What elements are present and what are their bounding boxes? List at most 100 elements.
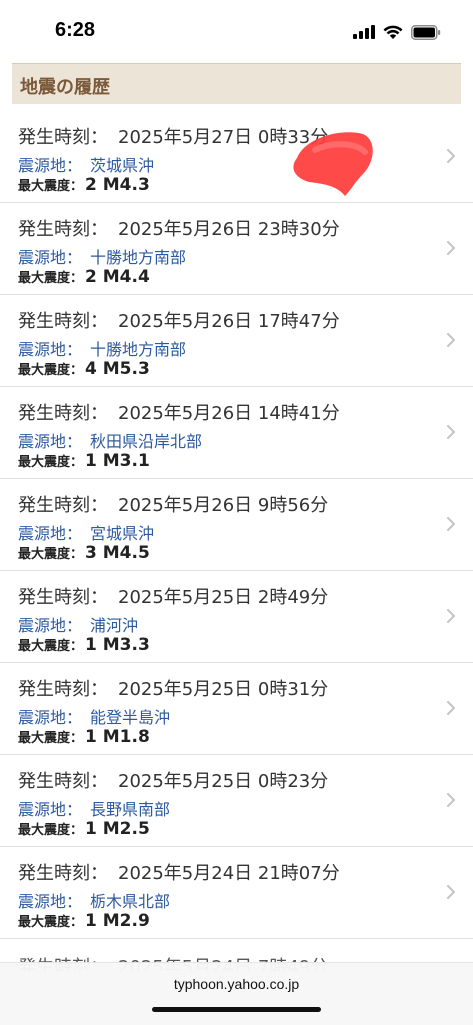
occurrence-time-line: 発生時刻： 2025年5月25日 0時31分: [18, 675, 328, 701]
occurrence-time-line: 発生時刻： 2025年5月27日 0時33分: [18, 123, 328, 149]
epicenter-label: 震源地：: [18, 248, 83, 267]
intensity-magnitude-value: 1 M2.9: [85, 911, 150, 931]
intensity-line: 最大震度： 1 M2.9: [18, 911, 150, 931]
list-item[interactable]: 発生時刻： 2025年5月26日 17時47分震源地： 十勝地方南部 最大震度： 4 M…: [0, 295, 473, 387]
wifi-icon: [383, 25, 403, 39]
occurrence-time-line: 発生時刻： 2025年5月26日 9時56分: [18, 491, 328, 517]
chevron-right-icon: [447, 517, 455, 531]
max-intensity-label: 最大震度：: [18, 823, 84, 838]
intensity-line: 最大震度： 1 M1.8: [18, 727, 150, 747]
epicenter-line: 震源地： 長野県南部: [18, 796, 170, 820]
list-item[interactable]: 発生時刻： 2025年5月26日 9時56分 震源地： 宮城県沖 最大震度： 3 M4.5: [0, 479, 473, 571]
chevron-right-icon: [447, 793, 455, 807]
intensity-line: 最大震度： 1 M3.1: [18, 451, 150, 471]
list-item[interactable]: 発生時刻： 2025年5月24日 21時07分震源地： 栃木県北部 最大震度： 1 M2…: [0, 847, 473, 939]
intensity-magnitude-value: 4 M5.3: [85, 359, 150, 379]
occurrence-time-value: 2025年5月26日 17時47分: [118, 311, 340, 332]
status-time: 6:28: [55, 19, 96, 41]
intensity-line: 最大震度： 1 M2.5: [18, 819, 150, 839]
chevron-right-icon: [447, 885, 455, 899]
chevron-right-icon: [447, 701, 455, 715]
epicenter-line: 震源地： 宮城県沖: [18, 520, 154, 544]
epicenter-value: 長野県南部: [90, 800, 171, 819]
occurrence-time-label: 発生時刻：: [18, 127, 108, 148]
intensity-magnitude-value: 1 M1.8: [85, 727, 150, 747]
intensity-line: 最大震度： 2 M4.3: [18, 175, 150, 195]
occurrence-time-value: 2025年5月26日 14時41分: [118, 403, 340, 424]
url-text[interactable]: typhoon.yahoo.co.jp: [0, 976, 473, 992]
list-item[interactable]: 発生時刻： 2025年5月26日 14時41分震源地： 秋田県沿岸北部 最大震度： 1 …: [0, 387, 473, 479]
epicenter-value: 宮城県沖: [90, 524, 155, 543]
chevron-right-icon: [447, 149, 455, 163]
occurrence-time-value: 2025年5月26日 9時56分: [118, 495, 329, 516]
list-item[interactable]: 発生時刻： 2025年5月25日 2時49分震源地： 浦河沖 最大震度： 1 M3.3: [0, 571, 473, 663]
max-intensity-label: 最大震度：: [18, 731, 84, 746]
max-intensity-label: 最大震度：: [18, 547, 84, 562]
occurrence-time-line: 発生時刻： 2025年5月26日 14時41分: [18, 399, 340, 425]
chevron-right-icon: [447, 425, 455, 439]
max-intensity-label: 最大震度：: [18, 179, 84, 194]
occurrence-time-line: 発生時刻： 2025年5月25日 2時49分: [18, 583, 328, 609]
occurrence-time-label: 発生時刻：: [18, 771, 108, 792]
epicenter-value: 浦河沖: [90, 616, 139, 635]
intensity-magnitude-value: 1 M2.5: [85, 819, 150, 839]
chevron-right-icon: [447, 241, 455, 255]
max-intensity-label: 最大震度：: [18, 639, 84, 654]
occurrence-time-label: 発生時刻：: [18, 863, 108, 884]
epicenter-line: 震源地： 能登半島沖: [18, 704, 170, 728]
occurrence-time-value: 2025年5月25日 0時23分: [118, 771, 329, 792]
max-intensity-label: 最大震度：: [18, 363, 84, 378]
epicenter-label: 震源地：: [18, 892, 83, 911]
occurrence-time-label: 発生時刻：: [18, 403, 108, 424]
list-item[interactable]: 発生時刻： 2025年5月25日 0時31分 震源地： 能登半島沖 最大震度： 1 M1.…: [0, 663, 473, 755]
occurrence-time-label: 発生時刻：: [18, 219, 108, 240]
epicenter-line: 震源地： 秋田県沿岸北部: [18, 428, 202, 452]
epicenter-value: 十勝地方南部: [90, 248, 187, 267]
chevron-right-icon: [447, 333, 455, 347]
max-intensity-label: 最大震度：: [18, 455, 84, 470]
epicenter-line: 震源地： 茨城県沖: [18, 152, 154, 176]
occurrence-time-line: 発生時刻： 2025年5月24日 21時07分: [18, 859, 340, 885]
epicenter-line: 震源地： 十勝地方南部: [18, 336, 186, 360]
intensity-magnitude-value: 2 M4.4: [85, 267, 150, 287]
epicenter-label: 震源地：: [18, 340, 83, 359]
status-bar: 6:28: [0, 0, 473, 62]
intensity-magnitude-value: 2 M4.3: [85, 175, 150, 195]
epicenter-value: 十勝地方南部: [90, 340, 187, 359]
occurrence-time-line: 発生時刻： 2025年5月26日 23時30分: [18, 215, 340, 241]
section-header: 地震の履歴: [12, 63, 461, 104]
intensity-line: 最大震度： 4 M5.3: [18, 359, 150, 379]
epicenter-value: 能登半島沖: [90, 708, 171, 727]
intensity-line: 最大震度： 2 M4.4: [18, 267, 150, 287]
occurrence-time-label: 発生時刻：: [18, 311, 108, 332]
epicenter-label: 震源地：: [18, 432, 83, 451]
list-item[interactable]: 発生時刻： 2025年5月27日 0時33分震源地： 茨城県沖 最大震度： 2 M4.3: [0, 111, 473, 203]
intensity-magnitude-value: 1 M3.1: [85, 451, 150, 471]
intensity-magnitude-value: 1 M3.3: [85, 635, 150, 655]
signal-bars-icon: [353, 25, 375, 39]
occurrence-time-value: 2025年5月24日 21時07分: [118, 863, 340, 884]
epicenter-label: 震源地：: [18, 616, 83, 635]
red-scribble-annotation: [293, 132, 373, 196]
list-item[interactable]: 発生時刻： 2025年5月26日 23時30分震源地： 十勝地方南部 最大震度： 2 M…: [0, 203, 473, 295]
occurrence-time-value: 2025年5月25日 2時49分: [118, 587, 329, 608]
browser-address-bar[interactable]: typhoon.yahoo.co.jp: [0, 962, 473, 1025]
chevron-right-icon: [447, 609, 455, 623]
occurrence-time-line: 発生時刻： 2025年5月26日 17時47分: [18, 307, 340, 333]
occurrence-time-value: 2025年5月25日 0時31分: [118, 679, 329, 700]
home-indicator: [152, 1007, 321, 1012]
epicenter-value: 茨城県沖: [90, 156, 155, 175]
list-item[interactable]: 発生時刻： 2025年5月25日 0時23分震源地： 長野県南部 最大震度： 1 M2.…: [0, 755, 473, 847]
epicenter-label: 震源地：: [18, 156, 83, 175]
epicenter-label: 震源地：: [18, 800, 83, 819]
epicenter-value: 栃木県北部: [90, 892, 171, 911]
earthquake-history-list: 発生時刻： 2025年5月27日 0時33分 震源地： 茨城県沖 最大震度： 2 M4.3…: [0, 111, 473, 939]
intensity-line: 最大震度： 3 M4.5: [18, 543, 150, 563]
status-icons: [353, 22, 441, 42]
epicenter-line: 震源地： 浦河沖: [18, 612, 138, 636]
epicenter-value: 秋田県沿岸北部: [90, 432, 203, 451]
section-title: 地震の履歴: [20, 77, 110, 98]
intensity-line: 最大震度： 1 M3.3: [18, 635, 150, 655]
max-intensity-label: 最大震度：: [18, 271, 84, 286]
occurrence-time-label: 発生時刻：: [18, 679, 108, 700]
